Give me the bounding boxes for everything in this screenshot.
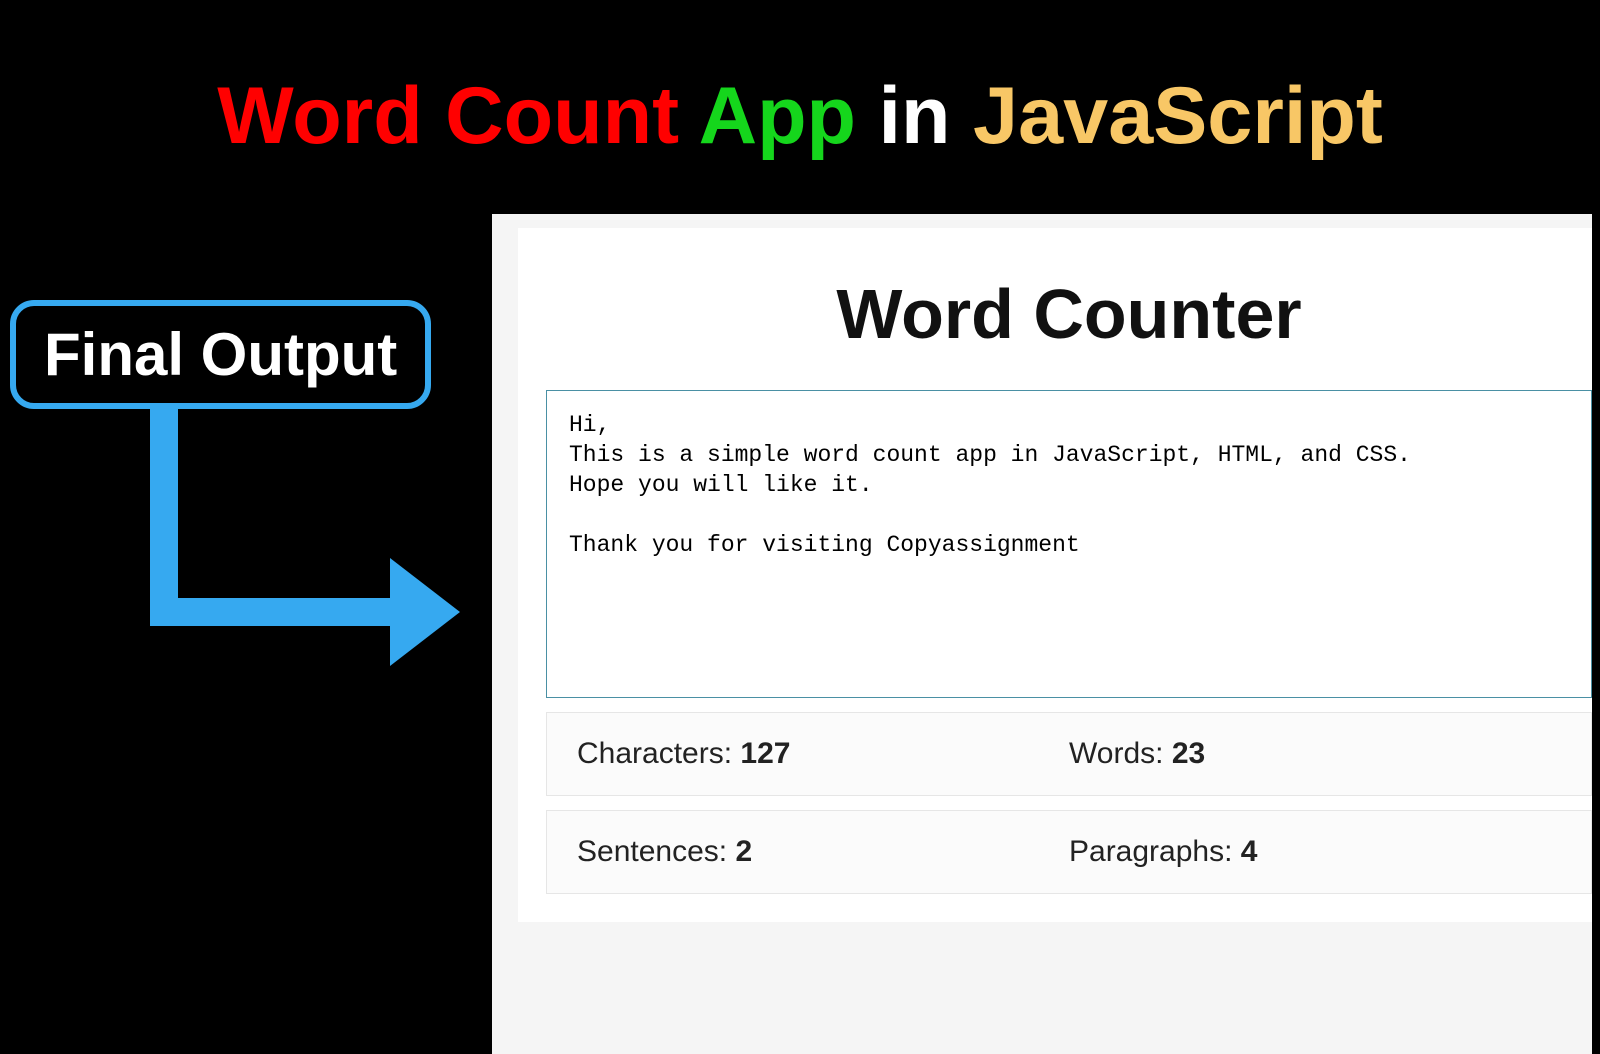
page-title: Word Count App in JavaScript (0, 0, 1600, 203)
badge-label: Final Output (44, 321, 397, 388)
stat-characters-value: 127 (740, 737, 790, 770)
stat-words-label: Words: (1069, 737, 1172, 770)
title-part-4: JavaScript (973, 71, 1383, 161)
arrow-icon (150, 406, 470, 666)
stats-row-1: Characters: 127 Words: 23 (546, 712, 1592, 796)
stat-paragraphs-label: Paragraphs: (1069, 835, 1241, 868)
arrow-stem-horizontal (150, 598, 398, 626)
app-heading: Word Counter (546, 256, 1592, 390)
title-part-2: App (699, 71, 856, 161)
stat-sentences-label: Sentences: (577, 835, 735, 868)
app-output-panel: Word Counter Hi, This is a simple word c… (492, 214, 1592, 1054)
arrow-stem-vertical (150, 406, 178, 626)
text-input-area[interactable]: Hi, This is a simple word count app in J… (546, 390, 1592, 698)
stat-characters: Characters: 127 (577, 737, 1069, 771)
stat-paragraphs-value: 4 (1241, 835, 1258, 868)
stat-sentences: Sentences: 2 (577, 835, 1069, 869)
stat-sentences-value: 2 (735, 835, 752, 868)
final-output-badge: Final Output (10, 300, 431, 409)
stat-words-value: 23 (1172, 737, 1205, 770)
title-part-3: in (879, 71, 951, 161)
arrow-head-icon (390, 558, 460, 666)
title-part-1: Word Count (217, 71, 679, 161)
stats-row-2: Sentences: 2 Paragraphs: 4 (546, 810, 1592, 894)
stat-words: Words: 23 (1069, 737, 1561, 771)
app-card: Word Counter Hi, This is a simple word c… (518, 228, 1592, 922)
stat-characters-label: Characters: (577, 737, 740, 770)
stat-paragraphs: Paragraphs: 4 (1069, 835, 1561, 869)
